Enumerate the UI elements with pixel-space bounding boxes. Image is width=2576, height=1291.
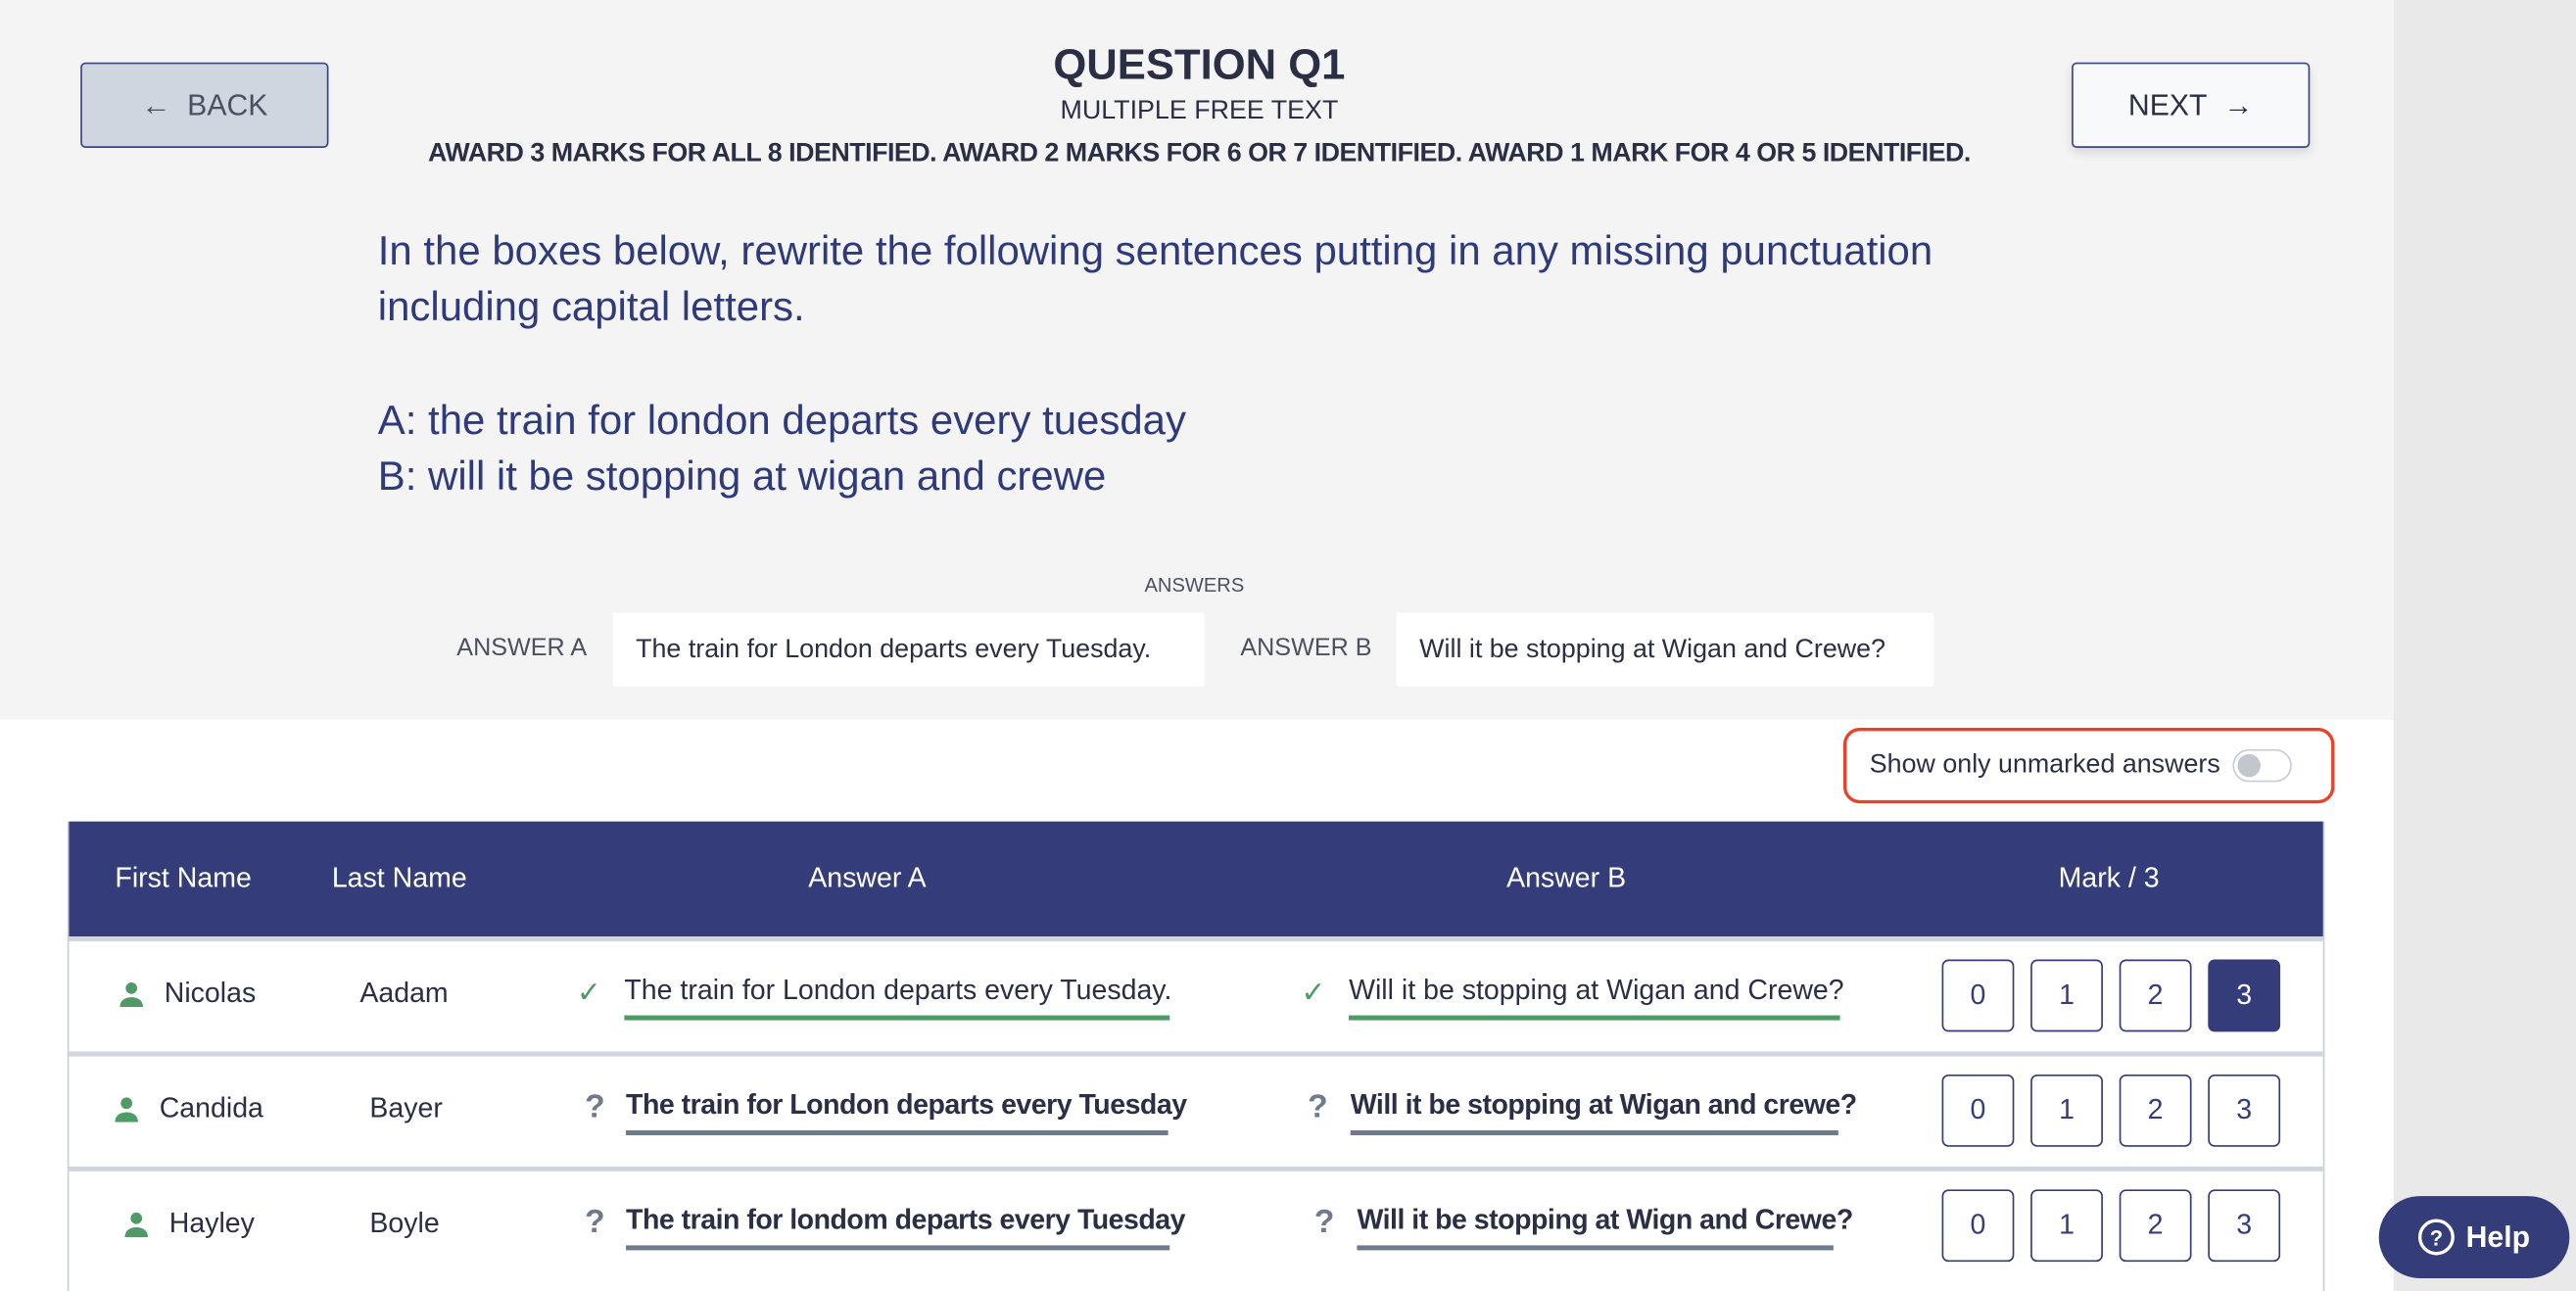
person-icon — [119, 980, 145, 1015]
answer-a-label: ANSWER A — [456, 634, 588, 662]
last-name: Bayer — [369, 1092, 443, 1124]
next-button[interactable]: NEXT → — [2072, 62, 2311, 148]
next-label: NEXT — [2127, 87, 2208, 121]
person-icon — [114, 1096, 140, 1130]
question-mark-icon: ? — [1313, 1204, 1335, 1241]
question-mark-icon: ? — [585, 1089, 605, 1125]
mark-button-3[interactable]: 3 — [2208, 1074, 2281, 1147]
header-first-name: First Name — [115, 862, 252, 894]
answer-a-response: The train for London departs every Tuesd… — [626, 1089, 1187, 1136]
header-answer-a: Answer A — [808, 862, 927, 894]
check-icon: ✓ — [1301, 976, 1326, 1009]
page-title: QUESTION Q1 — [1053, 39, 1346, 89]
question-sentence-b: B: will it be stopping at wigan and crew… — [377, 453, 1107, 500]
mark-button-1[interactable]: 1 — [2030, 959, 2103, 1032]
person-icon — [123, 1211, 150, 1245]
answers-table: First Name Last Name Answer A Answer B M… — [67, 821, 2325, 1291]
answer-b-label: ANSWER B — [1240, 634, 1372, 662]
first-name: Candida — [159, 1092, 263, 1124]
arrow-right-icon: → — [2223, 87, 2254, 121]
mark-button-0[interactable]: 0 — [1941, 1074, 2015, 1147]
mark-button-2[interactable]: 2 — [2119, 1074, 2192, 1147]
first-name: Hayley — [168, 1207, 255, 1239]
question-mark-icon: ? — [585, 1204, 605, 1241]
last-name: Boyle — [369, 1207, 440, 1239]
answers-heading: ANSWERS — [1144, 573, 1245, 597]
question-mark-icon: ? — [1308, 1089, 1328, 1125]
table-header: First Name Last Name Answer A Answer B M… — [69, 821, 2323, 937]
mark-button-2[interactable]: 2 — [2119, 1189, 2192, 1263]
header-last-name: Last Name — [331, 862, 467, 894]
unmarked-filter: Show only unmarked answers — [1842, 728, 2335, 804]
unmarked-filter-label: Show only unmarked answers — [1869, 750, 2220, 780]
mark-button-1[interactable]: 1 — [2030, 1074, 2103, 1147]
check-icon: ✓ — [576, 976, 602, 1009]
table-row: Nicolas Aadam ✓ The train for London depart… — [69, 936, 2323, 1053]
page: ← BACK NEXT → QUESTION Q1 MULTIPLE FREE … — [0, 0, 2576, 1291]
header-answer-b: Answer B — [1506, 862, 1627, 894]
mark-button-3[interactable]: 3 — [2208, 1189, 2281, 1263]
mark-button-2[interactable]: 2 — [2119, 959, 2192, 1032]
answer-b-response: Will it be stopping at Wigan and Crewe? — [1349, 975, 1844, 1021]
question-circle-icon: ? — [2417, 1219, 2455, 1256]
unmarked-toggle-switch[interactable] — [2233, 748, 2293, 783]
answer-b-response: Will it be stopping at Wigan and crewe? — [1350, 1089, 1857, 1136]
header-mark: Mark / 3 — [2058, 862, 2160, 894]
answer-b-value: Will it be stopping at Wigan and Crewe? — [1396, 612, 1934, 688]
marking-guidance: AWARD 3 MARKS FOR ALL 8 IDENTIFIED. AWAR… — [427, 139, 1971, 168]
answer-a-value: The train for London departs every Tuesd… — [612, 612, 1205, 688]
help-button[interactable]: ? Help — [2378, 1196, 2570, 1278]
help-label: Help — [2465, 1219, 2531, 1253]
last-name: Aadam — [359, 977, 449, 1009]
table-row: Hayley Boyle? The train for londom departs… — [69, 1166, 2323, 1283]
back-label: BACK — [187, 87, 268, 121]
first-name: Nicolas — [164, 977, 257, 1009]
question-text: including capital letters. — [377, 284, 805, 331]
mark-button-0[interactable]: 0 — [1941, 959, 2015, 1032]
back-button[interactable]: ← BACK — [80, 62, 329, 148]
mark-button-0[interactable]: 0 — [1941, 1189, 2015, 1263]
arrow-left-icon: ← — [141, 87, 171, 121]
side-strip — [2393, 0, 2576, 1291]
question-text: In the boxes below, rewrite the followin… — [377, 228, 1933, 275]
answer-b-response: Will it be stopping at Wign and Crewe? — [1357, 1204, 1853, 1251]
question-type: MULTIPLE FREE TEXT — [1060, 96, 1339, 125]
mark-button-3[interactable]: 3 — [2208, 959, 2281, 1032]
table-row: Candida Bayer? The train for London depart… — [69, 1051, 2323, 1168]
question-sentence-a: A: the train for london departs every tu… — [377, 397, 1186, 444]
answer-a-response: The train for London departs every Tuesd… — [624, 975, 1171, 1021]
answer-a-response: The train for londom departs every Tuesd… — [626, 1204, 1186, 1251]
mark-button-1[interactable]: 1 — [2030, 1189, 2103, 1263]
